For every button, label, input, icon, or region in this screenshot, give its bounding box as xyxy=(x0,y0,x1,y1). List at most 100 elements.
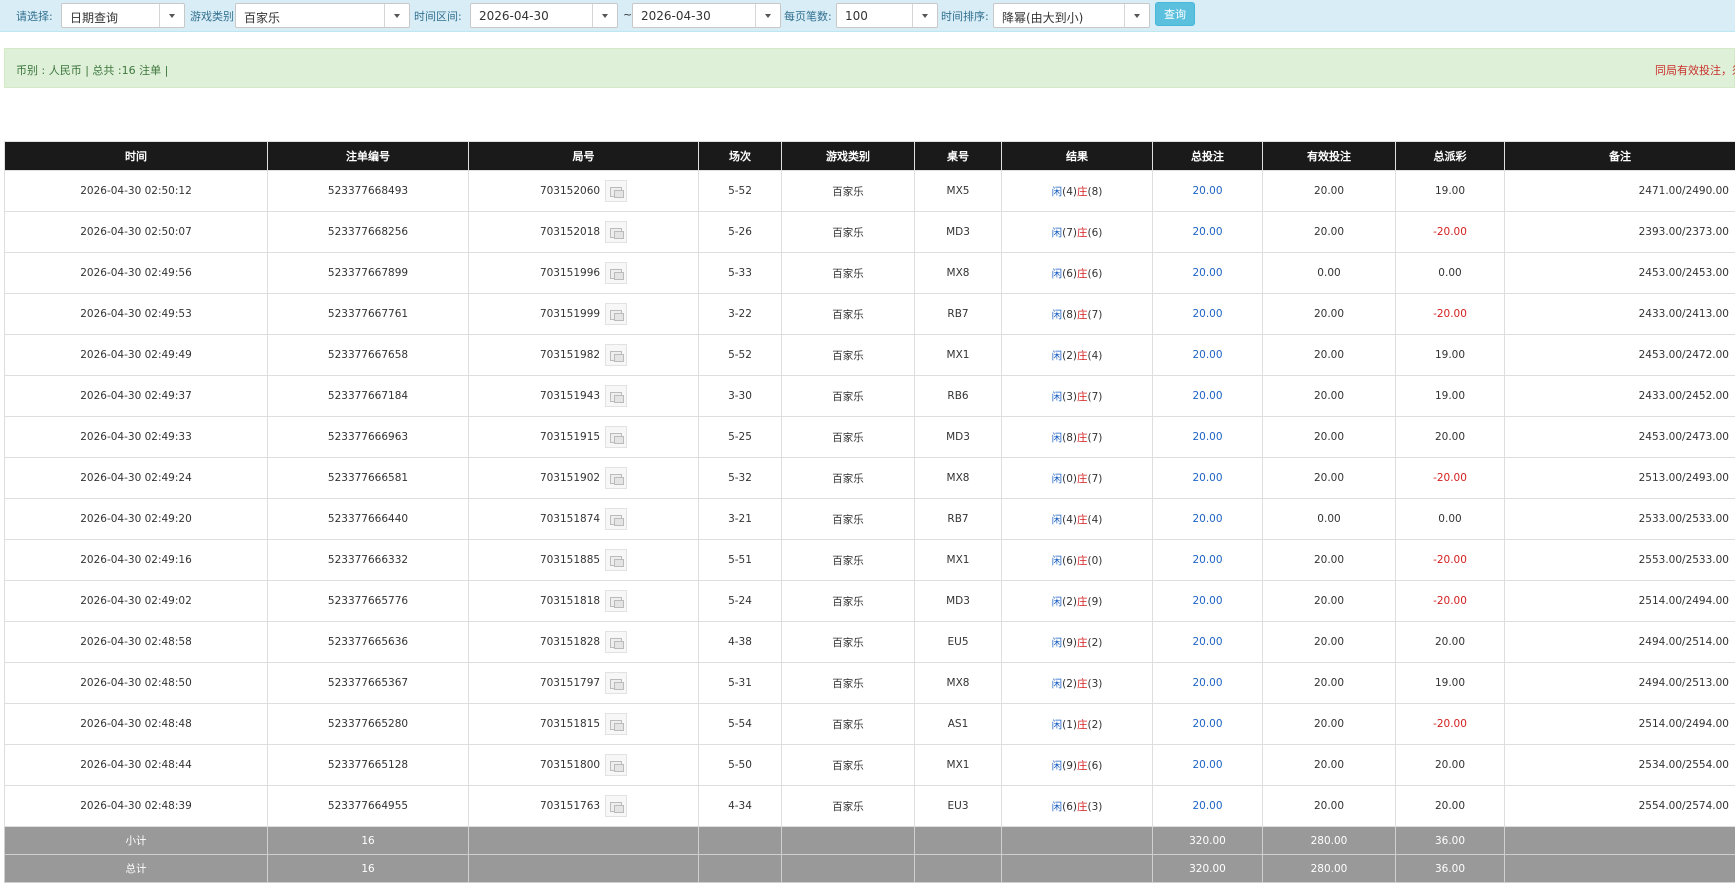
subtotal-row: 小计 16 320.00 280.00 36.00 xyxy=(5,827,1735,855)
sort-order-select[interactable]: 降幂(由大到小) xyxy=(993,3,1150,28)
cell-game-type: 百家乐 xyxy=(782,581,915,622)
replay-icon[interactable] xyxy=(605,590,627,612)
banker-label: 庄 xyxy=(1077,514,1088,526)
header-bet-id[interactable]: 注单编号 xyxy=(268,142,469,171)
header-total-bet[interactable]: 总投注 xyxy=(1153,142,1263,171)
cell-total-bet[interactable]: 20.00 xyxy=(1153,663,1263,704)
header-valid-bet[interactable]: 有效投注 xyxy=(1263,142,1396,171)
replay-icon[interactable] xyxy=(605,467,627,489)
grandtotal-count: 16 xyxy=(268,855,469,883)
cell-payout: 20.00 xyxy=(1396,417,1505,458)
cell-total-bet[interactable]: 20.00 xyxy=(1153,745,1263,786)
header-note[interactable]: 备注 xyxy=(1505,142,1735,171)
cell-total-bet[interactable]: 20.00 xyxy=(1153,704,1263,745)
replay-icon[interactable] xyxy=(605,344,627,366)
game-type-label: 游戏类别 xyxy=(190,8,234,24)
banker-score: (4) xyxy=(1088,350,1103,362)
cell-total-bet[interactable]: 20.00 xyxy=(1153,458,1263,499)
cell-round: 703151943 xyxy=(469,376,699,417)
cell-bet-id: 523377666332 xyxy=(268,540,469,581)
cell-payout: -20.00 xyxy=(1396,294,1505,335)
date-from-value: 2026-04-30 xyxy=(479,9,549,23)
cell-game-type: 百家乐 xyxy=(782,376,915,417)
cell-time: 2026-04-30 02:49:24 xyxy=(5,458,268,499)
table-row: 2026-04-30 02:48:48523377665280703151815… xyxy=(5,704,1735,745)
empty-cell xyxy=(1002,827,1153,855)
header-round[interactable]: 局号 xyxy=(469,142,699,171)
cell-result: 闲(4)庄(4) xyxy=(1002,499,1153,540)
cell-note: 2453.00/2453.00 xyxy=(1505,253,1735,294)
replay-icon[interactable] xyxy=(605,549,627,571)
replay-icon[interactable] xyxy=(605,713,627,735)
player-label: 闲 xyxy=(1052,350,1063,362)
cell-total-bet[interactable]: 20.00 xyxy=(1153,294,1263,335)
cell-result: 闲(2)庄(4) xyxy=(1002,335,1153,376)
cell-game-type: 百家乐 xyxy=(782,458,915,499)
cell-game-type: 百家乐 xyxy=(782,171,915,212)
page-size-select[interactable]: 100 xyxy=(836,3,938,28)
header-payout[interactable]: 总派彩 xyxy=(1396,142,1505,171)
cell-total-bet[interactable]: 20.00 xyxy=(1153,540,1263,581)
header-table-no[interactable]: 桌号 xyxy=(915,142,1002,171)
cell-valid-bet: 20.00 xyxy=(1263,786,1396,827)
replay-icon[interactable] xyxy=(605,508,627,530)
cell-total-bet[interactable]: 20.00 xyxy=(1153,171,1263,212)
table-body: 2026-04-30 02:50:12523377668493703152060… xyxy=(5,171,1735,827)
date-to-picker[interactable]: 2026-04-30 xyxy=(632,3,781,28)
banker-score: (4) xyxy=(1088,514,1103,526)
cell-total-bet[interactable]: 20.00 xyxy=(1153,212,1263,253)
cell-game-type: 百家乐 xyxy=(782,745,915,786)
round-number: 703151885 xyxy=(540,554,600,566)
query-type-select[interactable]: 日期查询 xyxy=(61,3,185,28)
replay-icon[interactable] xyxy=(605,754,627,776)
cell-note: 2514.00/2494.00 xyxy=(1505,704,1735,745)
banker-label: 庄 xyxy=(1077,432,1088,444)
replay-icon[interactable] xyxy=(605,262,627,284)
cell-total-bet[interactable]: 20.00 xyxy=(1153,499,1263,540)
cell-time: 2026-04-30 02:48:39 xyxy=(5,786,268,827)
date-from-picker[interactable]: 2026-04-30 xyxy=(470,3,618,28)
replay-icon[interactable] xyxy=(605,795,627,817)
replay-icon[interactable] xyxy=(605,672,627,694)
replay-icon[interactable] xyxy=(605,180,627,202)
cell-round: 703151915 xyxy=(469,417,699,458)
header-result[interactable]: 结果 xyxy=(1002,142,1153,171)
game-type-select[interactable]: 百家乐 xyxy=(235,3,410,28)
cell-valid-bet: 20.00 xyxy=(1263,581,1396,622)
header-game-type[interactable]: 游戏类别 xyxy=(782,142,915,171)
player-score: (2) xyxy=(1062,350,1077,362)
replay-icon[interactable] xyxy=(605,221,627,243)
player-score: (3) xyxy=(1062,391,1077,403)
replay-icon[interactable] xyxy=(605,426,627,448)
cell-total-bet[interactable]: 20.00 xyxy=(1153,581,1263,622)
player-label: 闲 xyxy=(1052,391,1063,403)
table-row: 2026-04-30 02:50:07523377668256703152018… xyxy=(5,212,1735,253)
cell-valid-bet: 20.00 xyxy=(1263,458,1396,499)
cell-round: 703151982 xyxy=(469,335,699,376)
cell-total-bet[interactable]: 20.00 xyxy=(1153,786,1263,827)
cell-session: 5-26 xyxy=(699,212,782,253)
cell-total-bet[interactable]: 20.00 xyxy=(1153,335,1263,376)
header-time[interactable]: 时间 xyxy=(5,142,268,171)
cell-session: 5-31 xyxy=(699,663,782,704)
cell-session: 5-54 xyxy=(699,704,782,745)
cell-valid-bet: 20.00 xyxy=(1263,335,1396,376)
banker-label: 庄 xyxy=(1077,186,1088,198)
empty-cell xyxy=(915,827,1002,855)
header-session[interactable]: 场次 xyxy=(699,142,782,171)
query-button[interactable]: 查询 xyxy=(1155,2,1195,26)
cell-total-bet[interactable]: 20.00 xyxy=(1153,253,1263,294)
cell-total-bet[interactable]: 20.00 xyxy=(1153,622,1263,663)
player-score: (6) xyxy=(1062,268,1077,280)
table-row: 2026-04-30 02:49:56523377667899703151996… xyxy=(5,253,1735,294)
replay-icon[interactable] xyxy=(605,631,627,653)
cell-bet-id: 523377665776 xyxy=(268,581,469,622)
chevron-down-icon xyxy=(159,4,184,27)
cell-round: 703151999 xyxy=(469,294,699,335)
replay-icon[interactable] xyxy=(605,303,627,325)
cell-total-bet[interactable]: 20.00 xyxy=(1153,376,1263,417)
empty-cell xyxy=(782,827,915,855)
cell-total-bet[interactable]: 20.00 xyxy=(1153,417,1263,458)
replay-icon[interactable] xyxy=(605,385,627,407)
banker-label: 庄 xyxy=(1077,309,1088,321)
